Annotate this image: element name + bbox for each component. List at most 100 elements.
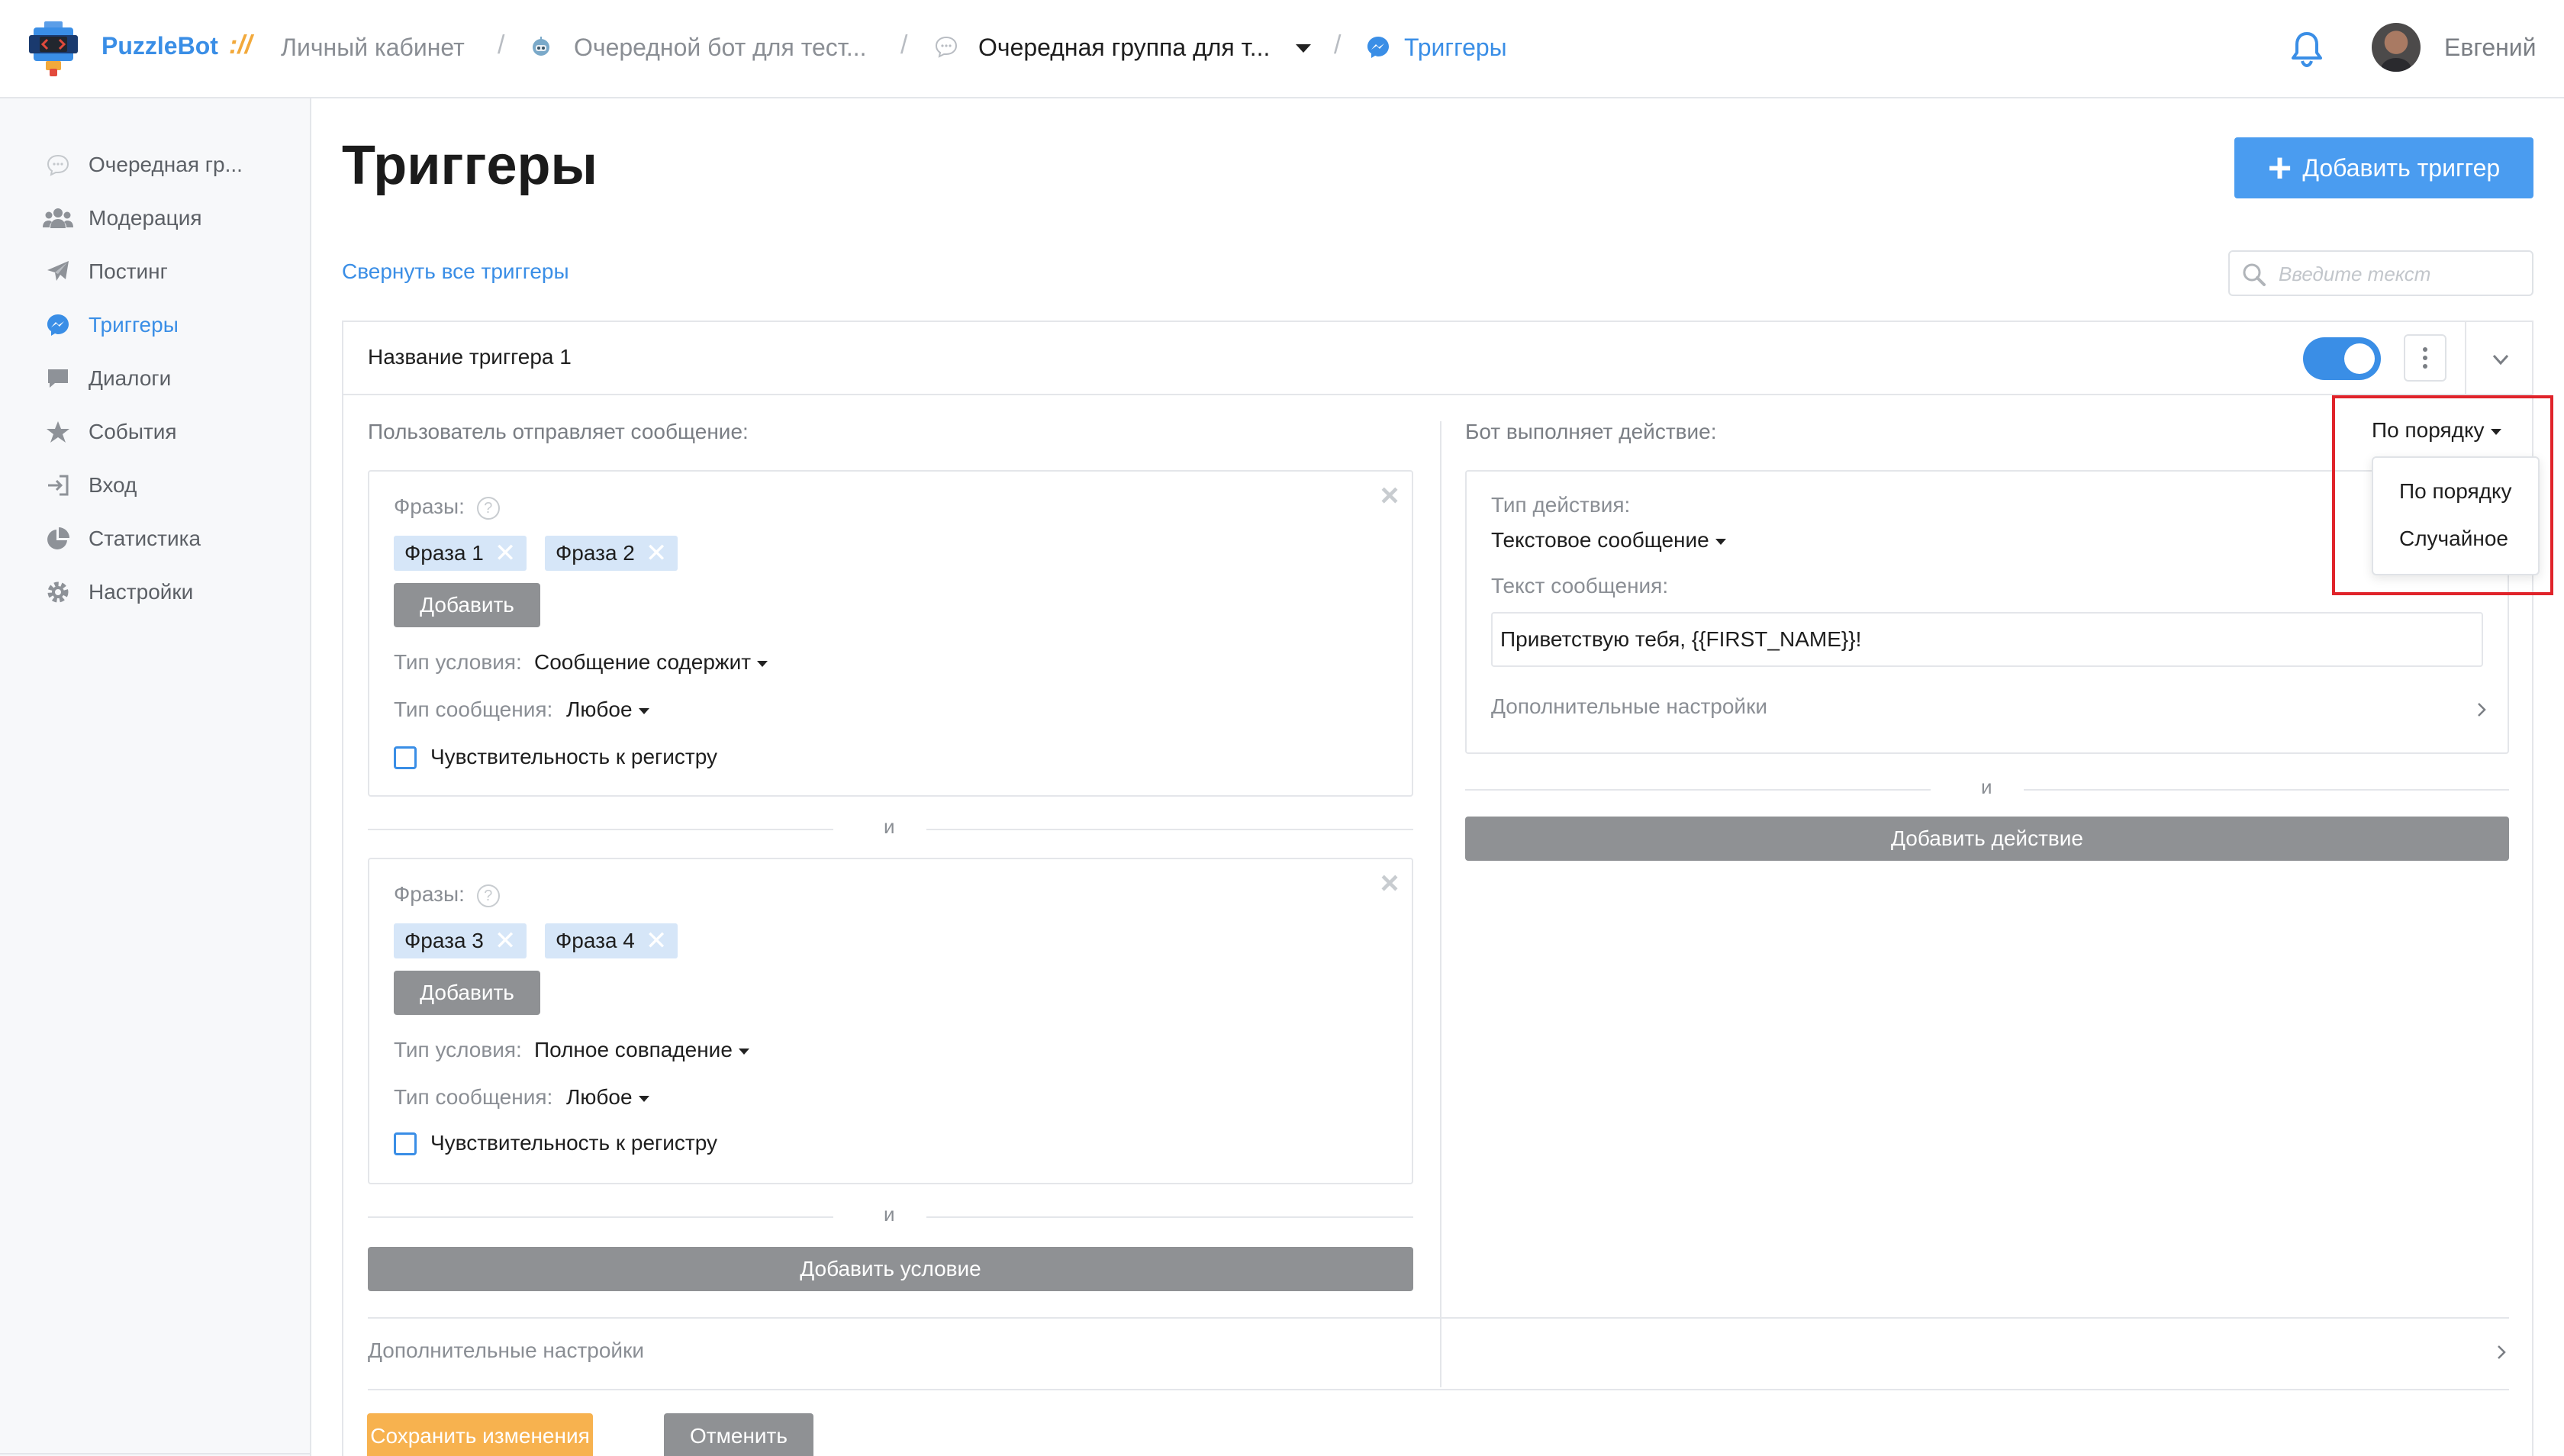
- divider: [368, 1389, 2509, 1390]
- highlight-box: [2332, 395, 2553, 595]
- brand-name[interactable]: PuzzleBot: [101, 32, 218, 60]
- breadcrumb-bot[interactable]: Очередной бот для тест...: [574, 34, 867, 62]
- user-section-label: Пользователь отправляет сообщение:: [368, 420, 749, 443]
- breadcrumb-separator: /: [900, 31, 908, 60]
- trigger-header: Название триггера 1: [343, 322, 2532, 395]
- sidebar-item-dialogs[interactable]: Диалоги: [43, 359, 171, 398]
- star-icon: [43, 417, 73, 447]
- users-icon: [43, 203, 73, 234]
- puzzlebot-logo-icon[interactable]: [29, 21, 78, 76]
- message-text-input[interactable]: Приветствую тебя, {{FIRST_NAME}}!: [1491, 612, 2483, 667]
- and-divider: [926, 829, 1413, 830]
- add-trigger-label: Добавить триггер: [2302, 153, 2501, 182]
- trigger-enabled-toggle[interactable]: [2303, 337, 2381, 380]
- gear-icon: [43, 577, 73, 607]
- trigger-extra-settings-link[interactable]: Дополнительные настройки: [368, 1338, 644, 1363]
- header-divider: [2465, 322, 2466, 394]
- phrase-tag: Фраза 2 ✕: [545, 536, 678, 571]
- search-input[interactable]: [2279, 259, 2523, 288]
- column-divider: [1440, 421, 1441, 1387]
- breadcrumb-triggers[interactable]: Триггеры: [1404, 34, 1507, 62]
- chat-bubble-icon: [935, 36, 958, 58]
- group-dropdown-caret-icon[interactable]: [1296, 44, 1311, 53]
- add-trigger-button[interactable]: + Добавить триггер: [2234, 137, 2533, 198]
- and-label: и: [1981, 775, 1992, 798]
- chevron-right-icon[interactable]: [2492, 1343, 2511, 1361]
- page-title: Триггеры: [342, 135, 598, 196]
- message-type-label: Тип сообщения:: [394, 1085, 553, 1109]
- close-icon[interactable]: ×: [1378, 867, 1401, 899]
- close-icon[interactable]: ×: [1378, 479, 1401, 511]
- message-type-select[interactable]: Любое: [566, 697, 649, 722]
- case-sensitive-checkbox[interactable]: [394, 1132, 417, 1155]
- action-type-select[interactable]: Текстовое сообщение: [1491, 528, 1726, 552]
- sidebar-item-label: Статистика: [89, 527, 201, 550]
- avatar[interactable]: [2372, 23, 2421, 72]
- sidebar-item-triggers[interactable]: Триггеры: [43, 306, 179, 344]
- remove-tag-icon[interactable]: ✕: [494, 928, 517, 954]
- sidebar-item-label: События: [89, 420, 177, 443]
- comment-icon: [43, 363, 73, 394]
- bot-icon: [533, 37, 549, 56]
- condition-type-select[interactable]: Сообщение содержит: [534, 650, 768, 675]
- condition-box: Фразы:? × Фраза 3 ✕ Фраза 4 ✕ Добавить Тип…: [368, 858, 1413, 1184]
- breadcrumb-group[interactable]: Очередная группа для т...: [978, 34, 1270, 62]
- trigger-name[interactable]: Название триггера 1: [368, 345, 572, 369]
- chevron-down-icon[interactable]: [2489, 348, 2512, 371]
- help-icon[interactable]: ?: [476, 496, 500, 520]
- help-icon[interactable]: ?: [476, 884, 500, 907]
- case-sensitive-label: Чувствительность к регистру: [430, 1131, 717, 1155]
- action-extra-settings-link[interactable]: Дополнительные настройки: [1491, 694, 1767, 719]
- message-type-select[interactable]: Любое: [566, 1085, 649, 1110]
- phrase-tag: Фраза 3 ✕: [394, 923, 527, 958]
- phrase-tag: Фраза 4 ✕: [545, 923, 678, 958]
- messenger-icon: [1367, 37, 1389, 58]
- add-phrase-button[interactable]: Добавить: [394, 583, 540, 627]
- bell-icon[interactable]: [2285, 27, 2328, 70]
- sidebar-item-group[interactable]: Очередная гр...: [43, 146, 243, 184]
- and-divider: [926, 1216, 1413, 1218]
- search-box: [2228, 250, 2533, 296]
- condition-type-label: Тип условия:: [394, 1038, 522, 1061]
- sidebar-divider: [0, 1453, 310, 1454]
- chevron-right-icon[interactable]: [2472, 701, 2491, 719]
- sidebar-item-posting[interactable]: Постинг: [43, 253, 168, 291]
- case-sensitive-checkbox[interactable]: [394, 746, 417, 769]
- and-divider: [368, 1216, 833, 1218]
- messenger-icon: [43, 310, 73, 340]
- breadcrumb-cabinet[interactable]: Личный кабинет: [281, 34, 465, 62]
- condition-type-select[interactable]: Полное совпадение: [534, 1038, 749, 1062]
- pie-chart-icon: [43, 523, 73, 554]
- add-phrase-button[interactable]: Добавить: [394, 971, 540, 1015]
- search-icon: [2243, 263, 2266, 286]
- collapse-all-link[interactable]: Свернуть все триггеры: [342, 259, 569, 284]
- sidebar-item-label: Модерация: [89, 206, 202, 230]
- message-type-label: Тип сообщения:: [394, 697, 553, 721]
- sidebar-item-settings[interactable]: Настройки: [43, 573, 193, 611]
- plus-icon: +: [2267, 145, 2292, 191]
- and-divider: [368, 829, 833, 830]
- divider: [368, 1317, 2509, 1319]
- remove-tag-icon[interactable]: ✕: [646, 928, 668, 954]
- remove-tag-icon[interactable]: ✕: [646, 540, 668, 566]
- sidebar-item-entry[interactable]: Вход: [43, 466, 137, 504]
- cancel-button[interactable]: Отменить: [664, 1413, 813, 1456]
- more-options-icon[interactable]: [2404, 334, 2446, 382]
- sidebar-item-statistics[interactable]: Статистика: [43, 520, 201, 558]
- message-text-label: Текст сообщения:: [1491, 574, 1669, 598]
- sidebar-item-events[interactable]: События: [43, 413, 177, 451]
- sidebar-item-label: Настройки: [89, 580, 194, 604]
- action-type-label: Тип действия:: [1491, 493, 1631, 517]
- and-label: и: [884, 815, 895, 838]
- save-button[interactable]: Сохранить изменения: [367, 1413, 593, 1456]
- sidebar: Очередная гр... Модерация Постинг Тригге…: [0, 98, 311, 1456]
- trigger-card: Название триггера 1 Пользователь отправл…: [342, 321, 2533, 1456]
- remove-tag-icon[interactable]: ✕: [494, 540, 517, 566]
- breadcrumb-separator: /: [498, 31, 505, 60]
- add-condition-button[interactable]: Добавить условие: [368, 1247, 1413, 1291]
- paper-plane-icon: [43, 256, 73, 287]
- sidebar-item-label: Диалоги: [89, 366, 172, 390]
- sidebar-item-moderation[interactable]: Модерация: [43, 199, 202, 237]
- user-name[interactable]: Евгений: [2444, 34, 2537, 62]
- add-action-button[interactable]: Добавить действие: [1465, 817, 2509, 861]
